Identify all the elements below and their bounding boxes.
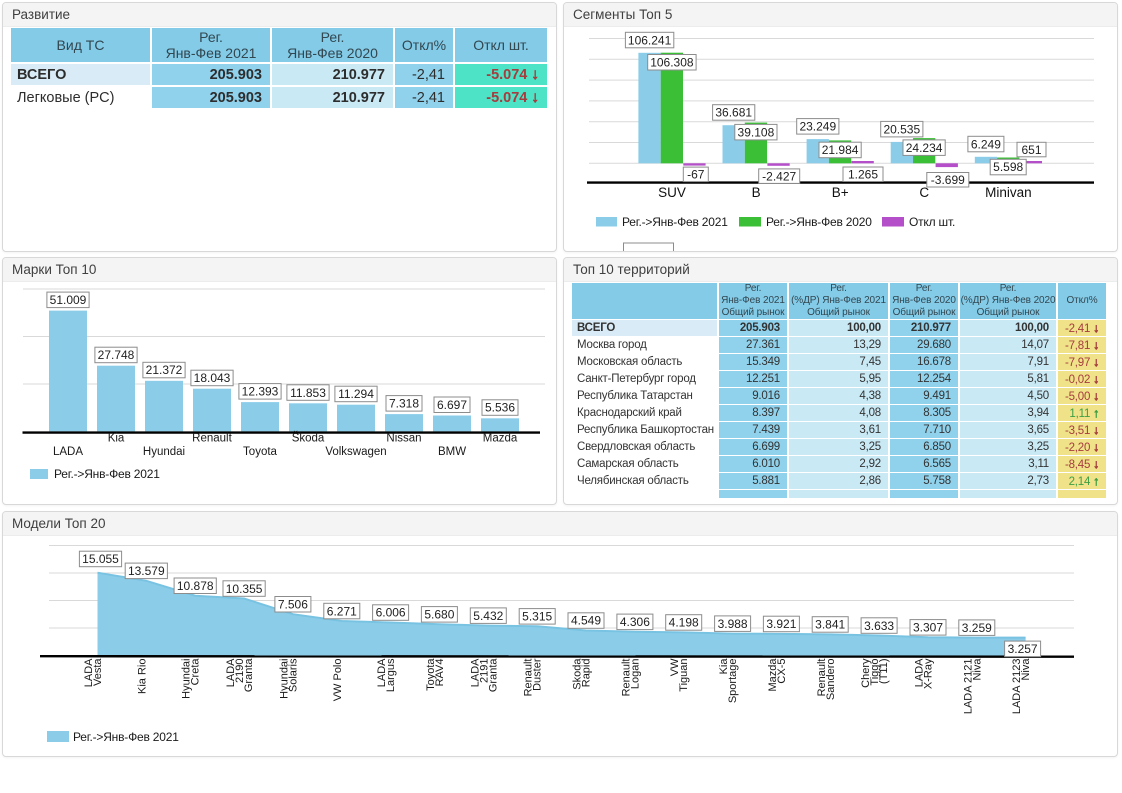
svg-text:LADA: LADA — [53, 446, 83, 458]
svg-text:Kia Rio: Kia Rio — [136, 659, 148, 694]
svg-text:-67: -67 — [687, 168, 705, 182]
svg-text:X-Ray: X-Ray — [923, 658, 935, 689]
svg-text:13.579: 13.579 — [128, 564, 165, 578]
svg-text:Solaris: Solaris — [287, 658, 299, 692]
svg-text:4.198: 4.198 — [669, 616, 699, 630]
svg-text:Niva: Niva — [1020, 658, 1032, 681]
svg-text:Granta: Granta — [487, 658, 499, 693]
svg-text:24.234: 24.234 — [906, 141, 943, 155]
svg-text:11.853: 11.853 — [290, 386, 326, 400]
svg-text:Rapid: Rapid — [581, 659, 593, 688]
svg-text:20.535: 20.535 — [883, 122, 920, 136]
svg-text:6.006: 6.006 — [376, 606, 406, 620]
svg-text:Volkswagen: Volkswagen — [325, 446, 386, 458]
svg-text:1.265: 1.265 — [848, 167, 878, 181]
svg-text:Largus: Largus — [385, 658, 397, 692]
svg-text:6.697: 6.697 — [437, 398, 467, 412]
svg-text:3.988: 3.988 — [718, 617, 748, 631]
svg-text:RAV4: RAV4 — [434, 659, 446, 687]
svg-text:-2.427: -2.427 — [762, 169, 796, 183]
svg-text:Renault: Renault — [192, 433, 232, 445]
svg-text:SUV: SUV — [658, 185, 686, 200]
svg-text:Granta: Granta — [243, 658, 255, 693]
svg-text:3.259: 3.259 — [962, 621, 992, 635]
svg-text:VW Polo: VW Polo — [332, 659, 344, 702]
svg-text:4.549: 4.549 — [571, 614, 601, 628]
svg-text:B+: B+ — [832, 185, 849, 200]
svg-text:36.681: 36.681 — [715, 106, 752, 120]
svg-text:Kia: Kia — [108, 433, 125, 445]
svg-text:11.294: 11.294 — [338, 387, 374, 401]
svg-text:21.372: 21.372 — [146, 363, 183, 377]
svg-text:Рег.->Янв-Фев 2021: Рег.->Янв-Фев 2021 — [622, 215, 728, 229]
svg-text:651: 651 — [1021, 143, 1041, 157]
svg-text:Mazda: Mazda — [483, 433, 518, 445]
svg-text:CX-5: CX-5 — [776, 659, 788, 684]
svg-text:Рег.->Янв-Фев 2021: Рег.->Янв-Фев 2021 — [54, 467, 160, 481]
svg-text:Duster: Duster — [532, 658, 544, 691]
svg-text:(T11): (T11) — [878, 659, 890, 684]
svg-text:5.432: 5.432 — [473, 609, 503, 623]
svg-text:5.680: 5.680 — [424, 608, 454, 622]
svg-text:7.318: 7.318 — [389, 397, 419, 411]
svg-text:5.536: 5.536 — [485, 401, 515, 415]
svg-text:B: B — [752, 185, 761, 200]
svg-text:21.984: 21.984 — [822, 143, 859, 157]
svg-text:3.307: 3.307 — [913, 621, 943, 635]
svg-text:Vesta: Vesta — [92, 658, 104, 686]
svg-text:27.748: 27.748 — [98, 348, 135, 362]
svg-text:3.257: 3.257 — [1008, 642, 1038, 656]
svg-text:BMW: BMW — [438, 446, 466, 458]
svg-text:3.921: 3.921 — [766, 617, 796, 631]
svg-text:Logan: Logan — [629, 659, 641, 690]
svg-text:Niva: Niva — [971, 658, 983, 681]
svg-text:5.598: 5.598 — [993, 160, 1023, 174]
svg-text:Creta: Creta — [190, 658, 202, 686]
svg-text:Minivan: Minivan — [985, 185, 1032, 200]
svg-text:Toyota: Toyota — [243, 446, 277, 458]
svg-text:4.306: 4.306 — [620, 615, 650, 629]
svg-text:10.355: 10.355 — [226, 582, 263, 596]
svg-text:Hyundai: Hyundai — [143, 446, 185, 458]
svg-text:Tiguan: Tiguan — [678, 659, 690, 692]
svg-text:6.249: 6.249 — [971, 137, 1001, 151]
svg-text:-3.699: -3.699 — [931, 173, 965, 187]
svg-text:Рег.->Янв-Фев 2020: Рег.->Янв-Фев 2020 — [766, 215, 872, 229]
svg-text:Откл шт.: Откл шт. — [909, 215, 955, 229]
svg-text:6.271: 6.271 — [327, 604, 357, 618]
svg-text:Sandero: Sandero — [825, 659, 837, 701]
svg-text:15.055: 15.055 — [82, 552, 119, 566]
svg-text:Рег.->Янв-Фев 2021: Рег.->Янв-Фев 2021 — [73, 730, 179, 744]
svg-text:51.009: 51.009 — [50, 293, 87, 307]
svg-text:Nissan: Nissan — [386, 433, 421, 445]
svg-text:3.633: 3.633 — [864, 619, 894, 633]
svg-text:5.315: 5.315 — [522, 610, 552, 624]
svg-text:Sportage: Sportage — [727, 659, 739, 704]
svg-text:Škoda: Škoda — [292, 432, 325, 445]
svg-text:3.841: 3.841 — [815, 618, 845, 632]
svg-text:39.108: 39.108 — [738, 125, 775, 139]
svg-text:106.241: 106.241 — [628, 33, 672, 47]
svg-text:106.308: 106.308 — [650, 56, 694, 70]
svg-text:18.043: 18.043 — [194, 371, 231, 385]
svg-text:12.393: 12.393 — [242, 385, 279, 399]
svg-text:10.878: 10.878 — [177, 579, 214, 593]
svg-text:7.506: 7.506 — [278, 598, 308, 612]
svg-text:23.249: 23.249 — [799, 120, 836, 134]
